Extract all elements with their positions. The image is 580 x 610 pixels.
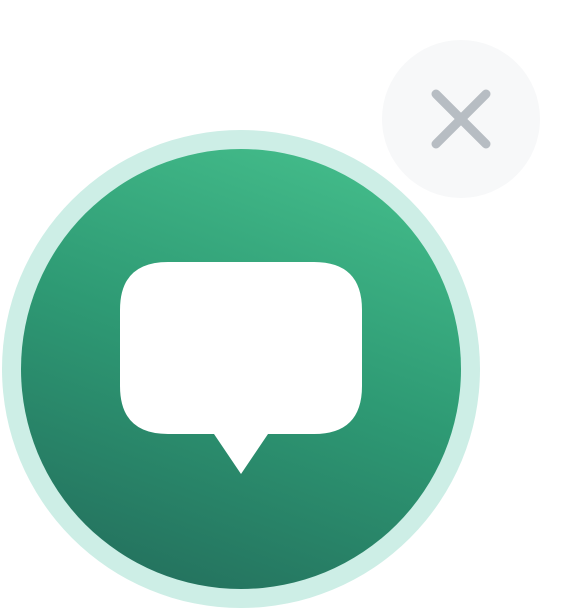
chat-launcher-circle: [21, 149, 461, 589]
close-icon: [431, 89, 491, 149]
chat-widget: [0, 0, 580, 610]
chat-launcher-button[interactable]: [2, 130, 480, 608]
close-button[interactable]: [382, 40, 540, 198]
chat-bubble-icon: [120, 262, 362, 474]
